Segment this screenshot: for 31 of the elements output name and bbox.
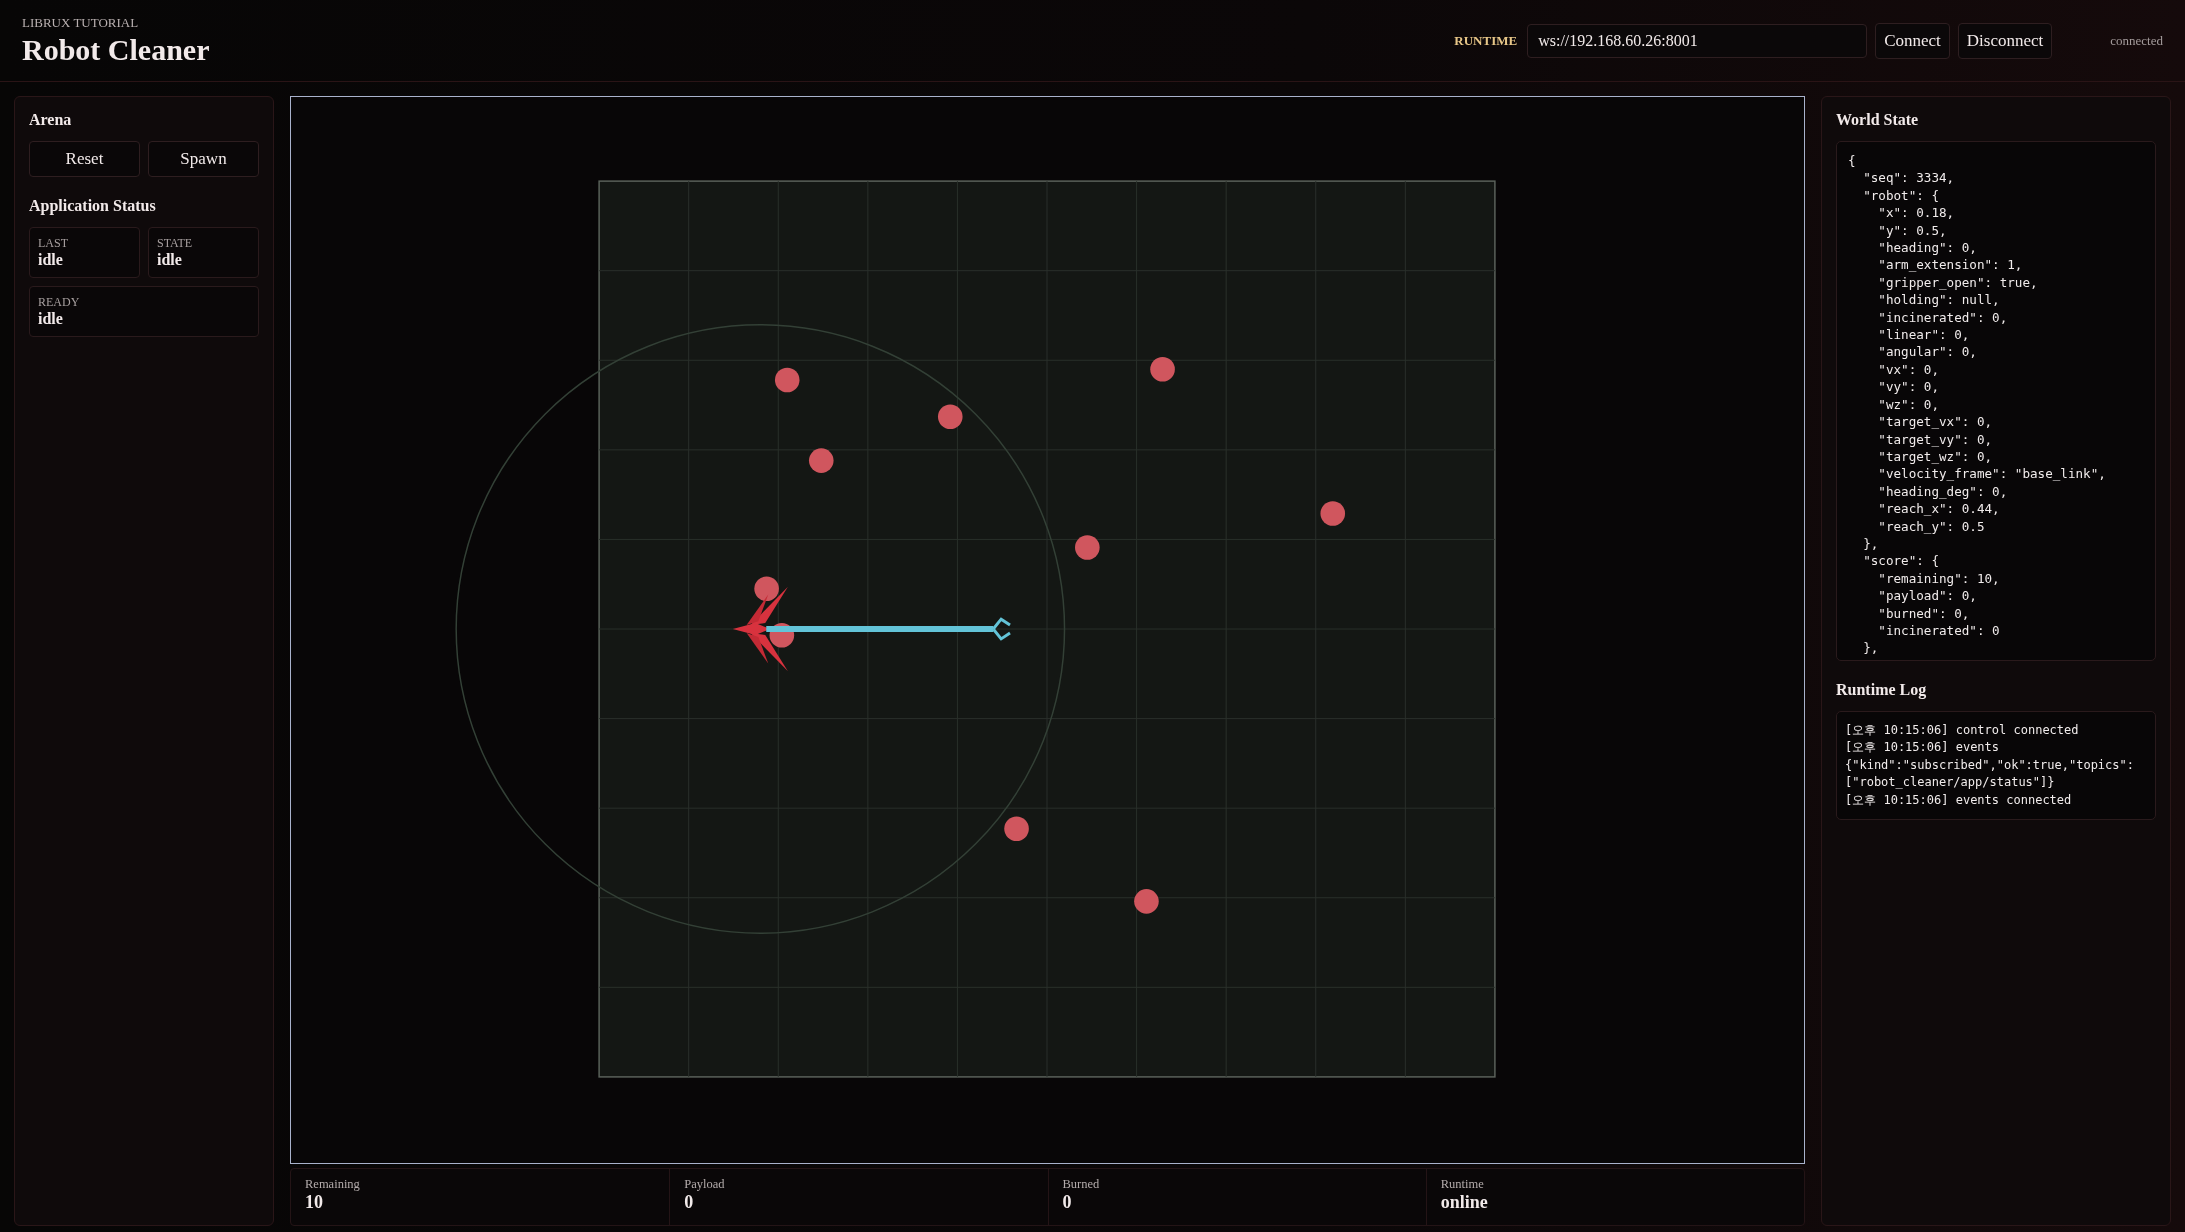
- status-label: STATE: [157, 236, 194, 251]
- section-title: World State: [1836, 111, 1920, 129]
- app-kicker: LIBRUX TUTORIAL: [22, 14, 140, 31]
- arena-button[interactable]: Spawn: [148, 141, 259, 177]
- connection-status: connected: [2110, 32, 2163, 49]
- section-title: Runtime Log: [1836, 681, 1928, 699]
- stat-value: online: [1440, 1192, 1489, 1213]
- section-title: Application Status: [29, 197, 157, 215]
- disconnect-button[interactable]: Disconnect: [1957, 22, 2053, 59]
- log-entry: [오후 10:15:06] control connected: [1845, 722, 2080, 739]
- runtime-label: RUNTIME: [1454, 32, 1518, 49]
- stat-label: Runtime: [1440, 1177, 1485, 1192]
- status-value: idle: [157, 251, 183, 269]
- log-entry: [오후 10:15:06] events {"kind":"subscribed","ok":true,"topics": ["robot_cleaner/app/status"]}: [1845, 739, 2135, 792]
- url-field[interactable]: ws://192.168.60.26:8001: [1527, 23, 1868, 58]
- log-entry: [오후 10:15:06] events connected: [1845, 791, 2073, 809]
- stat-value: 0: [684, 1192, 695, 1213]
- status-label: READY: [38, 295, 81, 310]
- stat-value: 10: [305, 1192, 324, 1213]
- section-title: Arena: [29, 111, 73, 129]
- stat-label: Payload: [684, 1177, 726, 1192]
- stat-label: Remaining: [305, 1177, 361, 1192]
- app-title: Robot Cleaner: [22, 32, 210, 67]
- connect-button[interactable]: Connect: [1875, 22, 1950, 59]
- stat-value: 0: [1062, 1192, 1073, 1213]
- stat-label: Burned: [1062, 1177, 1101, 1192]
- status-value: idle: [38, 251, 64, 269]
- status-label: LAST: [38, 236, 69, 251]
- world-state-json: { "seq": 3334, "robot": { "x": 0.18, "y": 0.5, "heading": 0, "arm_extension": 1, "gripper_open": true, "holding": null, "incinerated": 0, "linear": 0, "angular": 0, "vx": 0, "vy": 0, "wz": 0, "target_vx": 0, "target_vy": 0, "target_wz": 0, "velocity_frame": "base_link", "heading_deg": 0, "reach_x": 0.44, "reach_y": 0.5 }, "score": { "remaining": 10, "payload": 0, "burned": 0, "incinerated": 0 },: [1836, 141, 2156, 661]
- status-value: idle: [38, 310, 64, 328]
- arena-button[interactable]: Reset: [29, 141, 140, 177]
